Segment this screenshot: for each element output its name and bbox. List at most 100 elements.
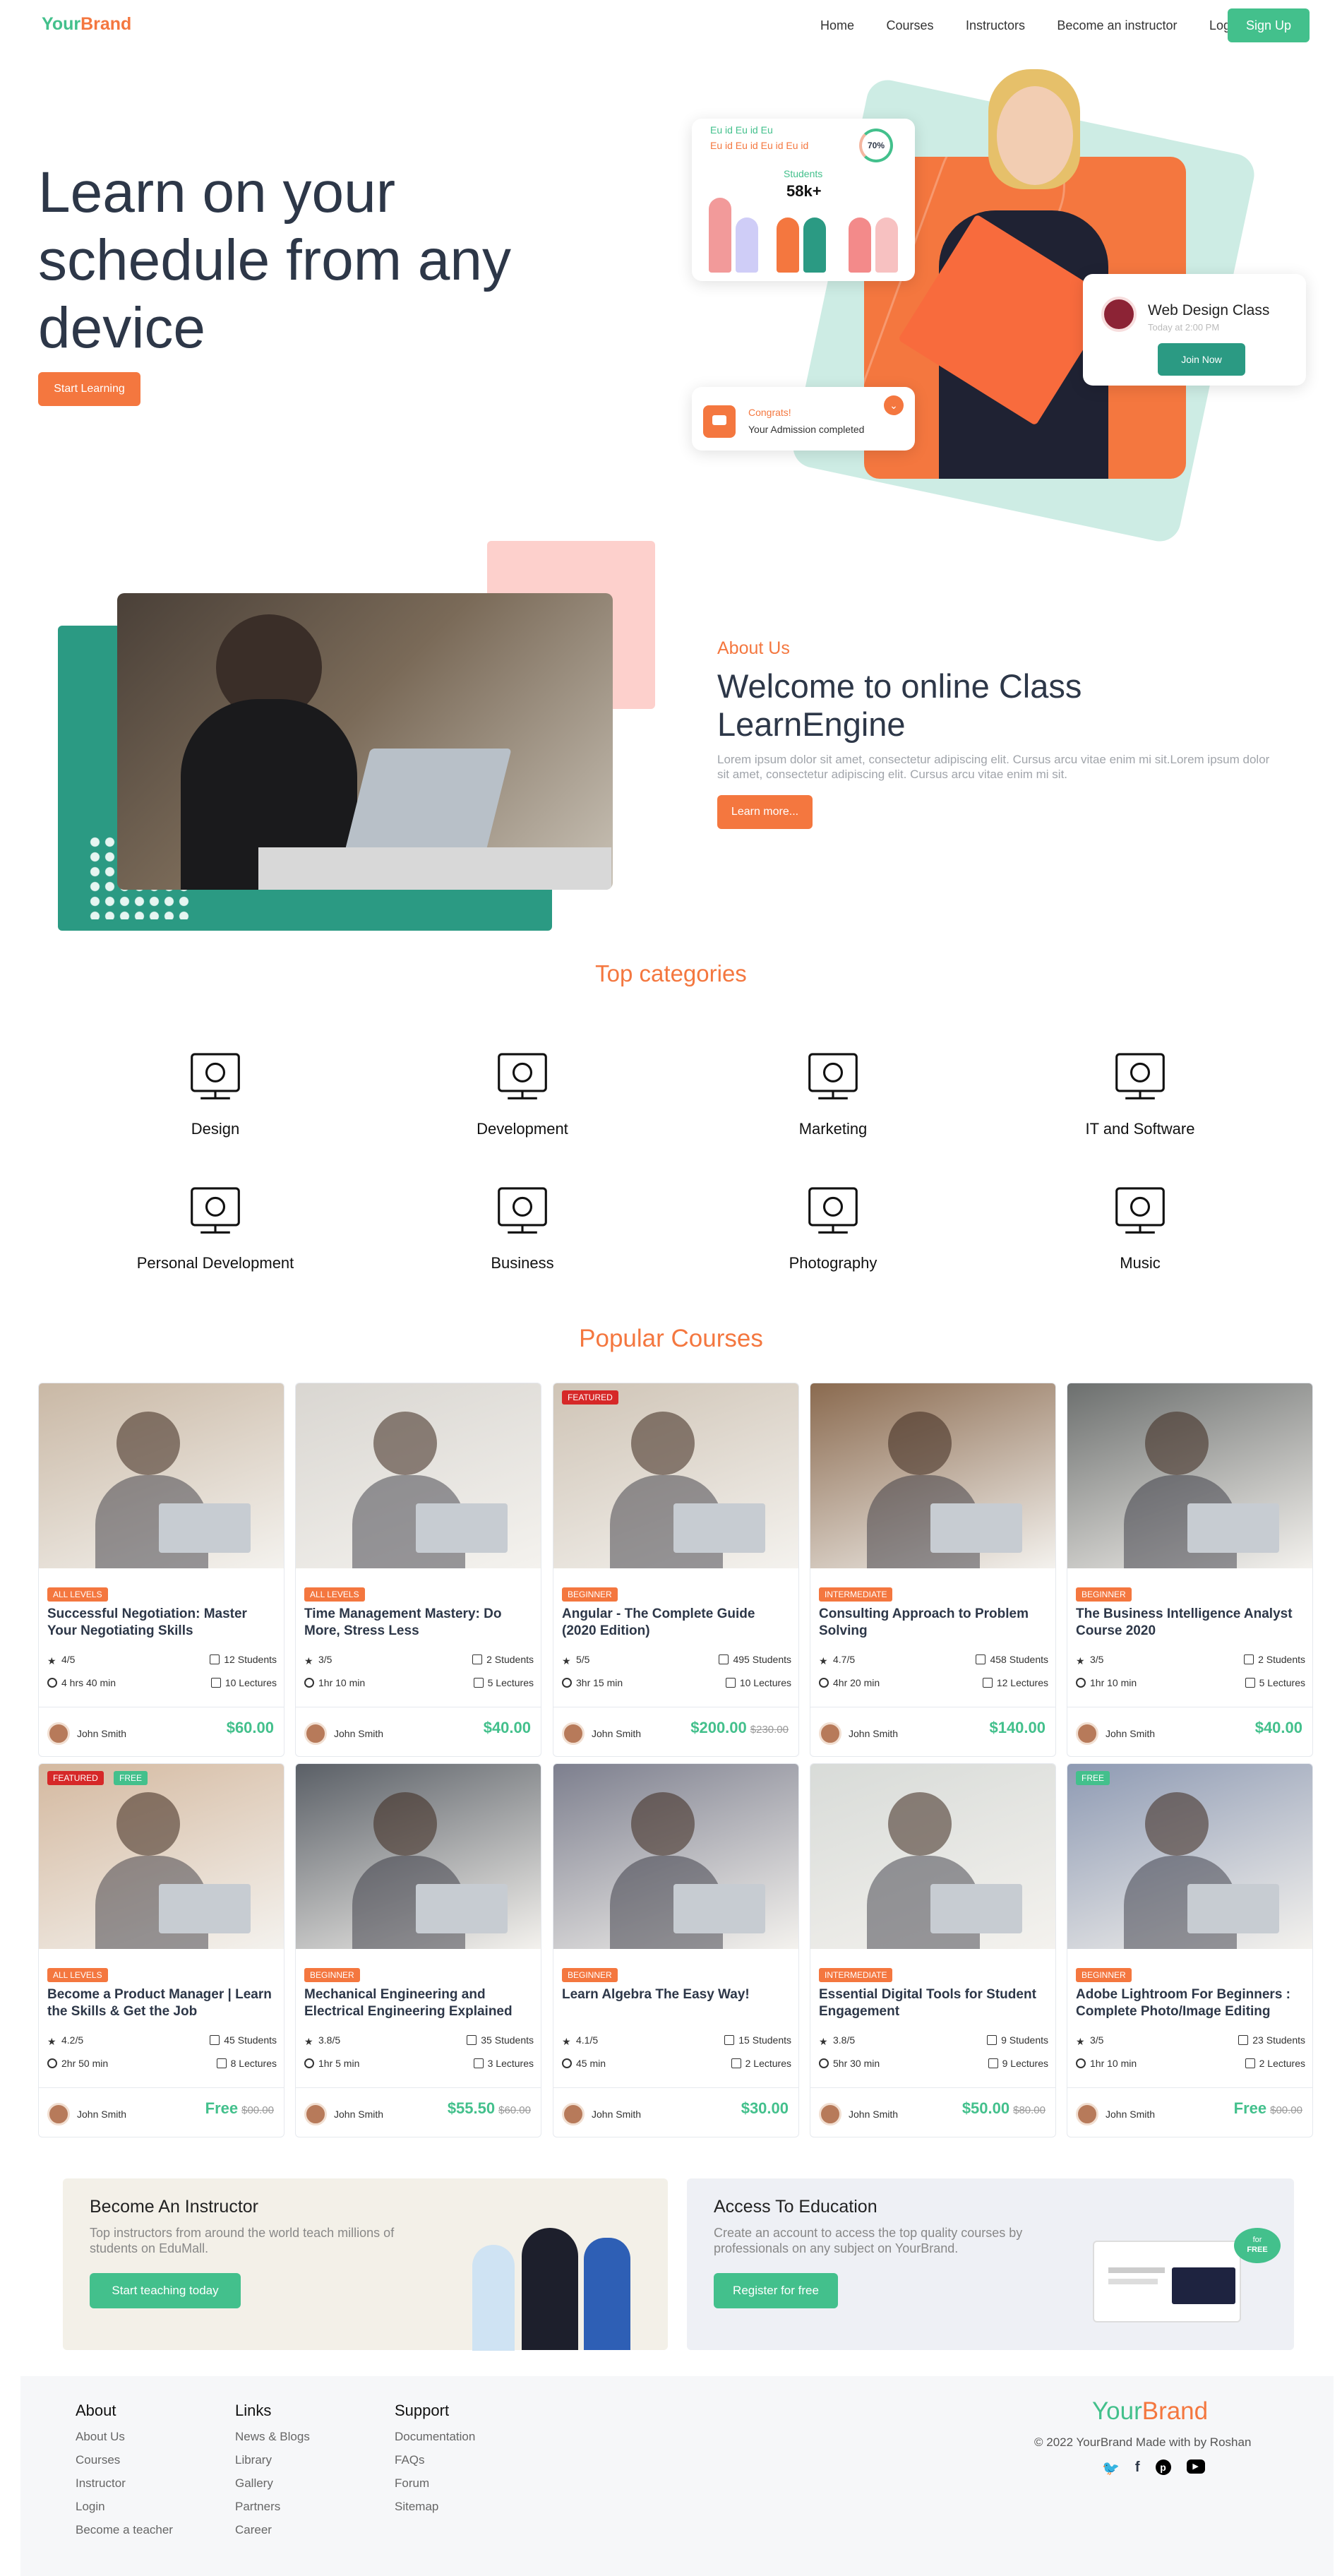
footer-link[interactable]: Career — [235, 2523, 310, 2537]
course-card[interactable]: BEGINNER Mechanical Engineering and Elect… — [295, 1763, 541, 2137]
students-icon — [976, 1654, 986, 1664]
footer-link[interactable]: Sitemap — [395, 2500, 475, 2514]
course-thumbnail[interactable] — [296, 1383, 541, 1568]
footer-link[interactable]: Gallery — [235, 2476, 310, 2491]
category-6[interactable]: Photography — [727, 1172, 939, 1272]
author: John Smith — [47, 1722, 126, 1745]
course-thumbnail[interactable] — [1067, 1383, 1312, 1568]
course-card[interactable]: FEATURED BEGINNER Angular - The Complete G… — [553, 1383, 799, 1757]
course-price: $40.00 — [483, 1719, 531, 1736]
about-photo — [117, 593, 613, 890]
footer-link[interactable]: Login — [76, 2500, 173, 2514]
course-title[interactable]: Mechanical Engineering and Electrical En… — [304, 1986, 534, 2020]
course-title[interactable]: Essential Digital Tools for Student Enga… — [819, 1986, 1048, 2020]
lectures-icon — [725, 1678, 736, 1688]
join-now-button[interactable]: Join Now — [1158, 343, 1245, 376]
course-card[interactable]: BEGINNER The Business Intelligence Analys… — [1067, 1383, 1313, 1757]
level-badge: BEGINNER — [562, 1968, 618, 1982]
signup-button[interactable]: Sign Up — [1228, 8, 1310, 42]
footer-link[interactable]: FAQs — [395, 2453, 475, 2467]
category-4[interactable]: Personal Development — [109, 1172, 321, 1272]
facebook-icon[interactable]: f — [1135, 2459, 1140, 2477]
footer-link[interactable]: About Us — [76, 2430, 173, 2444]
students-icon — [1244, 1654, 1254, 1664]
instructor-banner: Become An Instructor Top instructors fro… — [63, 2178, 668, 2351]
footer-link[interactable]: Courses — [76, 2453, 173, 2467]
footer-link[interactable]: Instructor — [76, 2476, 173, 2491]
course-title[interactable]: Angular - The Complete Guide (2020 Editi… — [562, 1606, 791, 1640]
nav-courses[interactable]: Courses — [886, 18, 933, 32]
nav-become-instructor[interactable]: Become an instructor — [1057, 18, 1177, 32]
categories-title: Top categories — [595, 960, 747, 986]
learn-more-button[interactable]: Learn more... — [717, 795, 813, 829]
course-card[interactable]: FEATURED FREE ALL LEVELS Become a Product M… — [38, 1763, 284, 2137]
nav-home[interactable]: Home — [820, 18, 854, 32]
category-2[interactable]: Marketing — [727, 1038, 939, 1138]
course-title[interactable]: Adobe Lightroom For Beginners : Complete… — [1076, 1986, 1305, 2020]
register-button[interactable]: Register for free — [714, 2273, 838, 2308]
category-0[interactable]: Design — [109, 1038, 321, 1138]
course-price: $60.00 — [226, 1719, 274, 1736]
author: John Smith — [819, 2103, 898, 2125]
course-thumbnail[interactable] — [810, 1764, 1055, 1949]
course-card[interactable]: ALL LEVELS Successful Negotiation: Master… — [38, 1383, 284, 1757]
avatar — [1076, 2103, 1098, 2125]
course-thumbnail[interactable] — [1067, 1764, 1312, 1949]
level-badge: BEGINNER — [562, 1587, 618, 1602]
course-thumbnail[interactable] — [296, 1764, 541, 1949]
star-icon: ★ — [1076, 1655, 1085, 1666]
course-price: $30.00 — [741, 2099, 789, 2117]
category-3[interactable]: IT and Software — [1034, 1038, 1246, 1138]
category-7[interactable]: Music — [1034, 1172, 1246, 1272]
chevron-down-icon[interactable]: ⌄ — [884, 395, 904, 415]
footer-logo[interactable]: YourBrand — [1092, 2397, 1208, 2426]
level-badge: ALL LEVELS — [47, 1587, 108, 1602]
course-title[interactable]: Time Management Mastery: Do More, Stress… — [304, 1606, 534, 1640]
youtube-icon[interactable]: ▶ — [1186, 2459, 1205, 2474]
start-teaching-button[interactable]: Start teaching today — [90, 2273, 241, 2308]
course-card[interactable]: ALL LEVELS Time Management Mastery: Do Mo… — [295, 1383, 541, 1757]
footer-link[interactable]: Partners — [235, 2500, 310, 2514]
course-card[interactable]: INTERMEDIATE Consulting Approach to Probl… — [810, 1383, 1056, 1757]
course-price: $140.00 — [989, 1719, 1046, 1736]
pinterest-icon[interactable]: p — [1155, 2459, 1171, 2475]
footer-col-title: Links — [235, 2402, 272, 2419]
course-card[interactable]: INTERMEDIATE Essential Digital Tools for … — [810, 1763, 1056, 2137]
footer-col-title: About — [76, 2402, 116, 2419]
footer-link[interactable]: Documentation — [395, 2430, 475, 2444]
footer-link[interactable]: Forum — [395, 2476, 475, 2491]
nav-instructors[interactable]: Instructors — [966, 18, 1025, 32]
footer-link[interactable]: Library — [235, 2453, 310, 2467]
course-thumbnail[interactable] — [553, 1764, 798, 1949]
course-thumbnail[interactable] — [39, 1764, 284, 1949]
course-card[interactable]: FREE BEGINNER Adobe Lightroom For Beginner… — [1067, 1763, 1313, 2137]
start-learning-button[interactable]: Start Learning — [38, 372, 140, 406]
course-card[interactable]: BEGINNER Learn Algebra The Easy Way! ★ 4.1/… — [553, 1763, 799, 2137]
course-title[interactable]: Become a Product Manager | Learn the Ski… — [47, 1986, 277, 2020]
lectures-icon — [1245, 2058, 1255, 2068]
courses-title: Popular Courses — [579, 1325, 763, 1352]
lectures-icon — [210, 1678, 221, 1688]
course-thumbnail[interactable] — [810, 1383, 1055, 1568]
course-title[interactable]: The Business Intelligence Analyst Course… — [1076, 1606, 1305, 1640]
category-5[interactable]: Business — [417, 1172, 628, 1272]
brand-logo[interactable]: YourBrand — [42, 14, 131, 35]
footer: About About Us Courses Instructor Login Becom… — [20, 2376, 1334, 2576]
course-title[interactable]: Successful Negotiation: Master Your Nego… — [47, 1606, 277, 1640]
clock-icon — [1076, 2058, 1086, 2068]
footer-link[interactable]: Become a teacher — [76, 2523, 173, 2537]
students-icon — [210, 1654, 220, 1664]
author: John Smith — [1076, 1722, 1155, 1745]
course-thumbnail[interactable] — [553, 1383, 798, 1568]
star-icon: ★ — [47, 2036, 56, 2047]
twitter-icon[interactable]: 🐦 — [1102, 2459, 1120, 2477]
author: John Smith — [304, 1722, 383, 1745]
footer-link[interactable]: News & Blogs — [235, 2430, 310, 2444]
course-title[interactable]: Consulting Approach to Problem Solving — [819, 1606, 1048, 1640]
category-1[interactable]: Development — [417, 1038, 628, 1138]
lectures-icon — [1245, 1678, 1255, 1688]
course-title[interactable]: Learn Algebra The Easy Way! — [562, 1986, 791, 2003]
category-label: Development — [477, 1120, 568, 1138]
course-thumbnail[interactable] — [39, 1383, 284, 1568]
it-software-icon — [1034, 1038, 1246, 1111]
